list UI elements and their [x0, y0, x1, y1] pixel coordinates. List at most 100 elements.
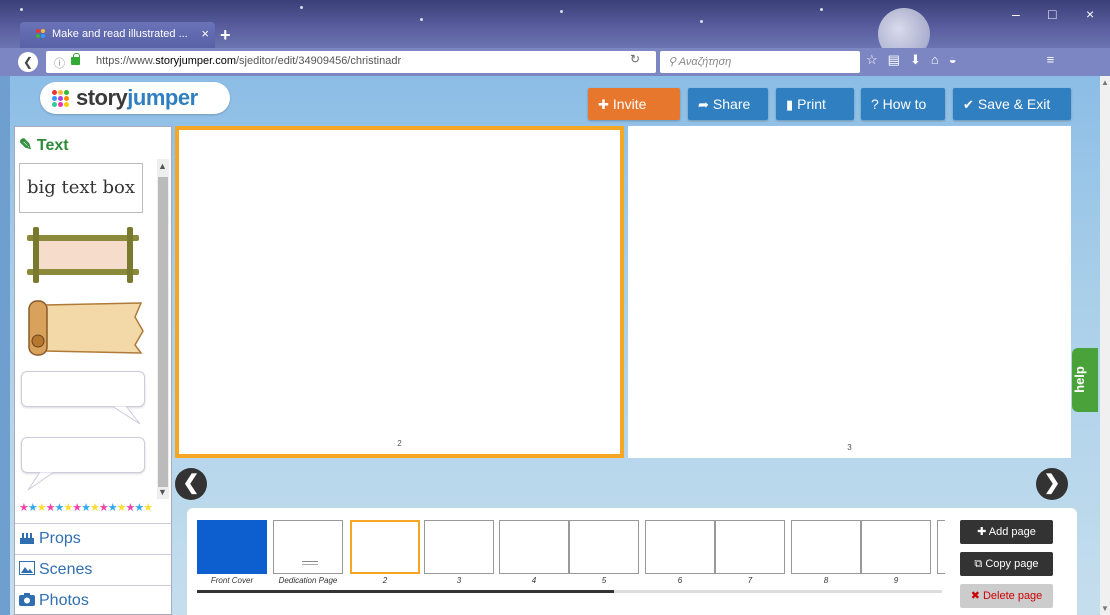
menu-icon[interactable]: ≡ [1047, 52, 1065, 67]
check-circle-icon: ✔ [963, 97, 974, 112]
search-icon: ⚲ [668, 56, 677, 68]
thumbnail-label: Dedication Page [278, 576, 338, 585]
parchment-scroll-item[interactable] [23, 297, 145, 357]
star-garland-item[interactable]: ★★★★★★★★★★★★★★★ [19, 501, 155, 515]
browser-navbar: ❮ ⓘ https://www.storyjumper.com/sjeditor… [0, 48, 1110, 76]
minimize-button[interactable]: – [1012, 6, 1020, 22]
search-placeholder: Αναζήτηση [678, 56, 732, 68]
star-decoration [560, 10, 563, 13]
book-page-left[interactable]: 2 [175, 126, 624, 458]
save-exit-button[interactable]: ✔ Save & Exit [953, 88, 1071, 120]
page-number: 2 [397, 439, 402, 448]
dedication-page-thumbnail[interactable] [273, 520, 343, 574]
scenes-category[interactable]: Scenes [15, 554, 171, 584]
reload-icon[interactable]: ↻ [630, 52, 640, 66]
thumbnail-label: 9 [893, 576, 899, 585]
thumbnail-label: 8 [823, 576, 829, 585]
bamboo-frame-item[interactable] [23, 227, 143, 283]
page-thumbnail[interactable] [791, 520, 861, 574]
dedication-text-lines [302, 561, 318, 565]
print-button[interactable]: ▮ Print [776, 88, 854, 120]
book-page-right[interactable]: 3 [628, 126, 1071, 458]
scrollbar-thumb[interactable] [158, 177, 168, 487]
speech-bubble-left-item[interactable] [21, 437, 145, 491]
maximize-button[interactable]: □ [1048, 6, 1056, 22]
storyjumper-favicon [36, 29, 48, 41]
scroll-down-icon[interactable]: ▼ [158, 487, 167, 497]
props-category[interactable]: Props [15, 523, 171, 553]
front-cover-thumbnail[interactable] [197, 520, 267, 574]
star-decoration [700, 20, 703, 23]
download-icon[interactable]: ⬇ [910, 52, 931, 67]
share-button[interactable]: ➦ Share [688, 88, 768, 120]
page-thumbnail[interactable] [569, 520, 639, 574]
search-input[interactable]: ⚲ Αναζήτηση [660, 51, 860, 73]
copy-page-button[interactable]: ⧉ Copy page [960, 552, 1053, 576]
tab-title: Make and read illustrated ... [52, 28, 188, 40]
text-category-header[interactable]: ✎ Text [19, 135, 69, 155]
info-icon[interactable]: ⓘ [54, 55, 65, 71]
page-thumbnail[interactable] [645, 520, 715, 574]
star-decoration [300, 6, 303, 9]
url-domain: storyjumper.com [155, 55, 236, 67]
home-icon[interactable]: ⌂ [931, 52, 949, 67]
tab-close-icon[interactable]: × [201, 26, 209, 41]
add-page-label: Add page [988, 526, 1036, 538]
page-thumbnail[interactable] [499, 520, 569, 574]
pocket-icon[interactable]: ◒ [949, 52, 967, 67]
save-exit-label: Save & Exit [977, 96, 1051, 112]
new-tab-button[interactable]: + [220, 25, 231, 46]
thumbnail-label: 6 [677, 576, 683, 585]
back-arrow-icon[interactable]: ❮ [18, 52, 38, 72]
plus-icon: ✚ [977, 526, 987, 538]
add-page-button[interactable]: ✚ Add page [960, 520, 1053, 544]
text-category-label: Text [36, 137, 69, 154]
big-text-box-item[interactable]: big text box [19, 163, 143, 213]
logo-dots-icon [52, 90, 70, 108]
delete-page-button[interactable]: ✖ Delete page [960, 584, 1053, 608]
sidebar-scrollbar[interactable]: ▲ ▼ [157, 159, 169, 499]
thumbnail-label: 2 [382, 576, 388, 585]
delete-page-label: Delete page [982, 590, 1043, 602]
add-user-icon: ✚ [598, 97, 609, 112]
page-thumbnail[interactable] [715, 520, 785, 574]
element-sidebar: ✎ Text ▲ ▼ big text box ★★★★★★★★★★★★★★★ … [14, 126, 172, 615]
reading-list-icon[interactable]: ▤ [888, 52, 910, 67]
browser-tab[interactable]: Make and read illustrated ... × [20, 22, 215, 48]
toolbar-icons[interactable]: ☆▤⬇⌂◒ ≡ [866, 52, 1064, 68]
close-window-button[interactable]: × [1086, 6, 1094, 22]
page-thumbnail[interactable] [937, 520, 945, 574]
next-page-chevron-icon[interactable]: ❯ [1036, 468, 1068, 500]
scroll-up-icon[interactable]: ▲ [158, 161, 167, 171]
lock-icon [71, 53, 80, 65]
speech-bubble-item[interactable] [21, 371, 145, 425]
page-scrollbar[interactable]: ▲ ▼ [1100, 76, 1110, 615]
photos-category[interactable]: Photos [15, 585, 171, 615]
photos-label: Photos [39, 592, 89, 609]
scroll-down-icon[interactable]: ▼ [1101, 604, 1109, 613]
star-decoration [420, 18, 423, 21]
invite-button[interactable]: ✚ Invite [588, 88, 680, 120]
help-label: help [1071, 366, 1087, 393]
thumbnail-label: 4 [531, 576, 537, 585]
bookmark-star-icon[interactable]: ☆ [866, 52, 888, 67]
copy-page-label: Copy page [985, 558, 1039, 570]
page-thumbnail[interactable] [861, 520, 931, 574]
url-bar[interactable]: ⓘ https://www.storyjumper.com/sjeditor/e… [46, 51, 656, 73]
page-thumbnail[interactable] [424, 520, 494, 574]
strip-scrollbar[interactable] [197, 590, 942, 593]
thumbnail-label: 5 [601, 576, 607, 585]
page-thumbnail[interactable] [350, 520, 420, 574]
help-tab[interactable]: help [1072, 348, 1098, 412]
previous-page-chevron-icon[interactable]: ❮ [175, 468, 207, 500]
how-to-button[interactable]: ? How to [861, 88, 945, 120]
logo-text-jumper: jumper [127, 85, 198, 110]
invite-label: Invite [612, 96, 647, 112]
props-label: Props [39, 530, 81, 547]
scroll-up-icon[interactable]: ▲ [1101, 78, 1109, 87]
thumbnail-label: 3 [456, 576, 462, 585]
strip-scrollbar-thumb[interactable] [197, 590, 615, 593]
share-arrow-icon: ➦ [698, 97, 709, 112]
thumbnail-label: Front Cover [210, 576, 254, 585]
storyjumper-logo[interactable]: storyjumper [40, 82, 230, 114]
